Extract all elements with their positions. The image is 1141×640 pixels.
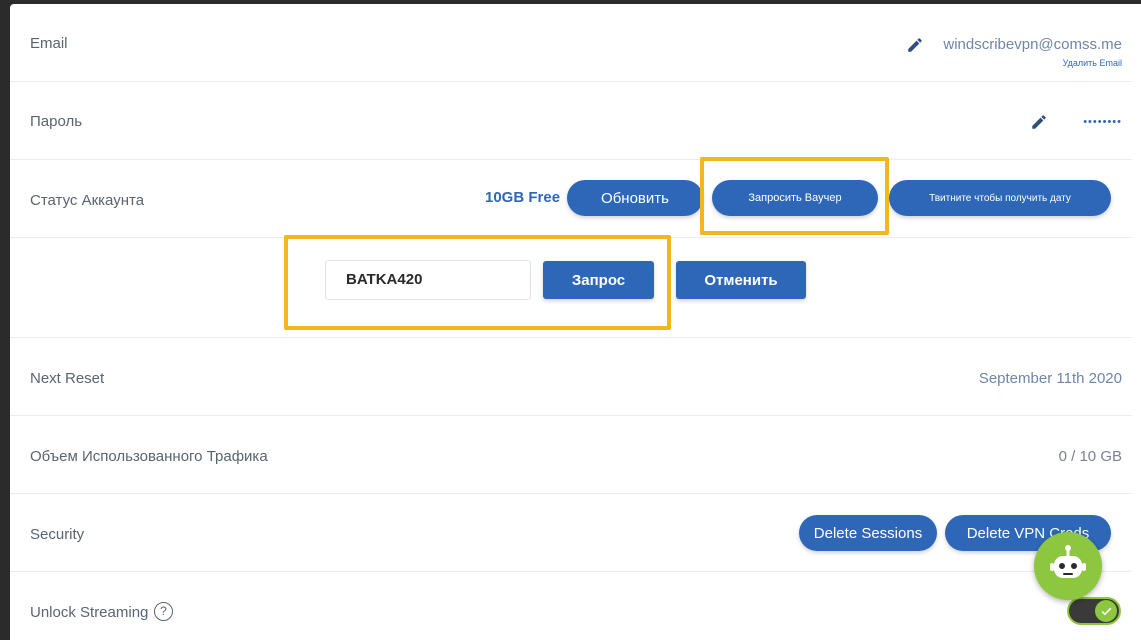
voucher-cancel-button[interactable]: Отменить	[676, 261, 806, 299]
account-status-label: Статус Аккаунта	[30, 192, 145, 209]
email-label: Email	[30, 35, 68, 52]
edit-password-pencil-icon[interactable]	[1030, 113, 1048, 131]
unlock-streaming-label: Unlock Streaming	[30, 604, 149, 621]
account-panel: Email windscribevpn@comss.me Удалить Ema…	[10, 4, 1141, 640]
robot-icon	[1050, 545, 1086, 578]
account-status-row: Статус Аккаунта 10GB Free Обновить Запро…	[10, 160, 1132, 238]
delete-email-link[interactable]: Удалить Email	[1063, 58, 1122, 68]
password-label: Пароль	[30, 113, 83, 130]
voucher-row: BATKA420 Запрос Отменить	[10, 238, 1132, 338]
password-value: ••••••••	[1083, 116, 1122, 128]
request-voucher-button[interactable]: Запросить Ваучер	[712, 180, 878, 216]
traffic-value: 0 / 10 GB	[1058, 448, 1122, 465]
unlock-streaming-row: Unlock Streaming ?	[10, 572, 1132, 640]
edit-email-pencil-icon[interactable]	[906, 36, 924, 54]
tweet-for-data-button[interactable]: Твитните чтобы получить дату	[889, 180, 1111, 216]
traffic-row: Объем Использованного Трафика 0 / 10 GB	[10, 416, 1132, 494]
upgrade-button[interactable]: Обновить	[567, 180, 703, 216]
help-bot-button[interactable]	[1034, 532, 1102, 600]
help-icon[interactable]: ?	[154, 602, 173, 621]
plan-badge: 10GB Free	[485, 189, 561, 206]
voucher-code-input[interactable]: BATKA420	[325, 260, 531, 300]
streaming-toggle[interactable]	[1067, 597, 1121, 625]
next-reset-value: September 11th 2020	[978, 370, 1122, 387]
email-row: Email windscribevpn@comss.me Удалить Ema…	[10, 4, 1132, 82]
delete-sessions-button[interactable]: Delete Sessions	[799, 515, 937, 551]
voucher-submit-button[interactable]: Запрос	[543, 261, 654, 299]
toggle-knob-check-icon	[1095, 600, 1117, 622]
security-row: Security Delete Sessions Delete VPN Cred…	[10, 494, 1132, 572]
traffic-label: Объем Использованного Трафика	[30, 448, 268, 465]
next-reset-row: Next Reset September 11th 2020	[10, 338, 1132, 416]
password-row: Пароль ••••••••	[10, 82, 1132, 160]
next-reset-label: Next Reset	[30, 370, 105, 387]
email-value: windscribevpn@comss.me	[943, 36, 1122, 53]
security-label: Security	[30, 526, 85, 543]
